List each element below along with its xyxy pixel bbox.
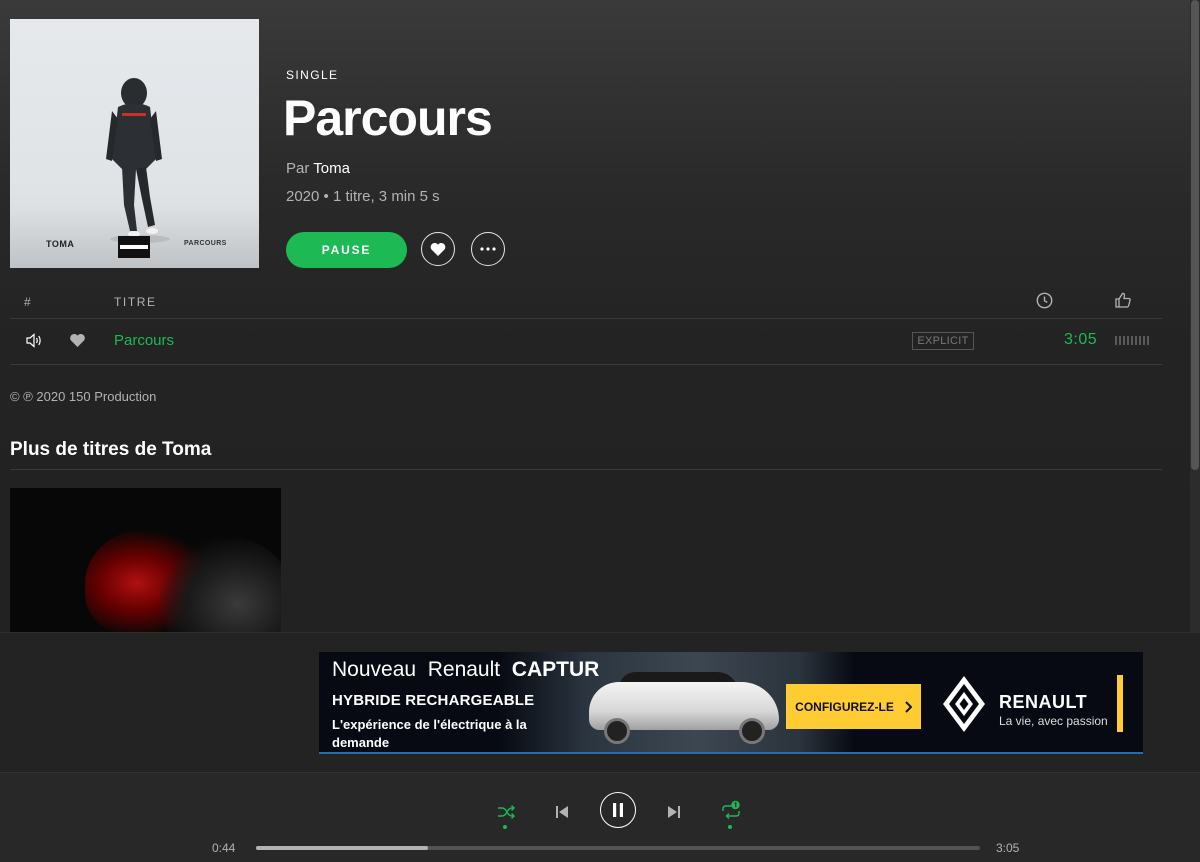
album-cover[interactable]: TOMA PARCOURS (10, 19, 259, 268)
next-button[interactable] (663, 801, 685, 823)
section-divider (10, 469, 1162, 470)
ad-headline-text: Nouveau Renault (332, 658, 512, 681)
ad-subheadline: HYBRIDE RECHARGEABLE (332, 692, 535, 709)
next-icon (668, 806, 680, 818)
ad-bottom-line (319, 752, 1143, 754)
track-heart-icon[interactable] (69, 333, 86, 348)
track-title[interactable]: Parcours (114, 332, 174, 349)
thumbs-up-icon[interactable] (1114, 291, 1132, 309)
track-row[interactable] (10, 319, 1162, 364)
cover-artist-text: TOMA (46, 239, 75, 249)
shuffle-icon (498, 805, 515, 819)
more-icon (480, 247, 496, 251)
tracklist-row-divider (10, 364, 1162, 365)
scrollbar-track[interactable] (1190, 0, 1200, 632)
ad-slogan: La vie, avec passion (999, 714, 1108, 728)
cover-title-text: PARCOURS (184, 240, 227, 247)
progress-fill (256, 846, 429, 850)
release-type: SINGLE (286, 68, 339, 82)
byline-prefix: Par (286, 160, 310, 177)
column-title[interactable]: TITRE (114, 295, 157, 309)
clock-icon[interactable] (1036, 292, 1053, 309)
ad-brand-name: RENAULT (999, 692, 1088, 712)
artist-link[interactable]: Toma (313, 160, 350, 177)
shuffle-button[interactable] (495, 801, 517, 823)
copyright-text: © ℗ 2020 150 Production (10, 389, 157, 404)
album-title: Parcours (283, 90, 493, 146)
shuffle-active-dot (503, 825, 507, 829)
speaker-icon (26, 333, 41, 348)
renault-logo-icon (943, 676, 985, 732)
explicit-badge: EXPLICIT (912, 332, 974, 350)
save-album-button[interactable] (421, 232, 455, 266)
more-options-button[interactable] (471, 232, 505, 266)
ad-cta-label: CONFIGUREZ-LE (795, 699, 894, 714)
progress-bar[interactable] (256, 846, 980, 850)
ad-body: L'expérience de l'électrique à la demand… (332, 717, 527, 750)
repeat-one-icon (722, 800, 740, 819)
ad-banner[interactable]: Nouveau Renault CAPTUR HYBRIDE RECHARGEA… (319, 652, 1143, 754)
ad-headline: Nouveau Renault CAPTUR (332, 658, 599, 682)
cover-figure (106, 78, 170, 243)
scrollbar-thumb[interactable] (1191, 0, 1199, 470)
column-number: # (24, 295, 33, 309)
previous-button[interactable] (551, 801, 573, 823)
total-time: 3:05 (996, 841, 1020, 855)
track-duration: 3:05 (1064, 331, 1098, 348)
play-pause-button[interactable] (600, 792, 636, 828)
more-tracks-cover[interactable] (10, 488, 281, 632)
elapsed-time: 0:44 (212, 841, 236, 855)
heart-icon (430, 242, 446, 256)
repeat-button[interactable] (719, 799, 743, 823)
main-view: TOMA PARCOURS SINGLE Parcours Par Toma 2… (0, 0, 1200, 632)
ad-car-wheel-front (604, 718, 630, 744)
cover-face-shadow (160, 538, 281, 632)
pause-icon (613, 803, 623, 817)
previous-icon (556, 806, 568, 818)
ad-headline-model: CAPTUR (511, 658, 600, 681)
album-meta: 2020 • 1 titre, 3 min 5 s (286, 188, 440, 205)
chevron-right-icon (905, 700, 912, 713)
ad-car-wheel-rear (739, 718, 765, 744)
album-byline: Par Toma (286, 160, 350, 177)
repeat-active-dot (728, 825, 732, 829)
ad-configure-button[interactable]: CONFIGUREZ-LE (786, 684, 921, 729)
pause-button[interactable]: PAUSE (286, 232, 407, 268)
more-tracks-title: Plus de titres de Toma (10, 439, 212, 460)
ad-accent-bar (1117, 675, 1123, 732)
popularity-bar (1115, 336, 1150, 345)
parental-advisory-label (118, 236, 150, 258)
